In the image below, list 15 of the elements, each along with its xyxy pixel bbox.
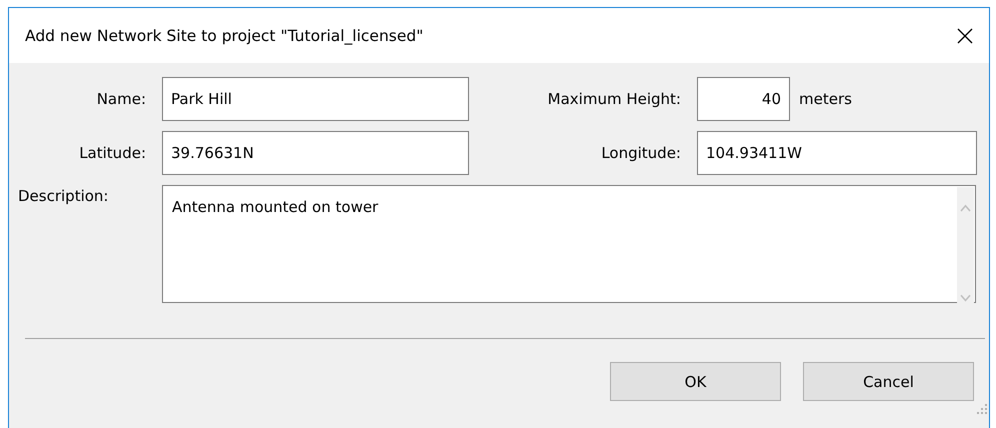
longitude-field[interactable]: 104.93411W bbox=[697, 131, 977, 175]
field-label: Maximum Height: bbox=[546, 90, 681, 108]
field-label: Longitude: bbox=[600, 144, 681, 162]
latitude-field[interactable]: 39.76631N bbox=[162, 131, 469, 175]
resize-grip-icon[interactable] bbox=[976, 403, 988, 415]
unit-label: meters bbox=[799, 90, 853, 108]
dialog-button[interactable]: Cancel bbox=[803, 362, 974, 401]
window-title: Add new Network Site to project "Tutorial_licensed" bbox=[25, 26, 424, 44]
dialog-button[interactable]: OK bbox=[610, 362, 781, 401]
close-icon[interactable] bbox=[957, 28, 973, 44]
field-label: Latitude: bbox=[78, 144, 146, 162]
height-field[interactable]: 40 bbox=[697, 77, 790, 121]
field-label: Description: bbox=[17, 186, 110, 205]
name-field[interactable]: Park Hill bbox=[162, 77, 469, 121]
field-label: Name: bbox=[96, 90, 146, 108]
